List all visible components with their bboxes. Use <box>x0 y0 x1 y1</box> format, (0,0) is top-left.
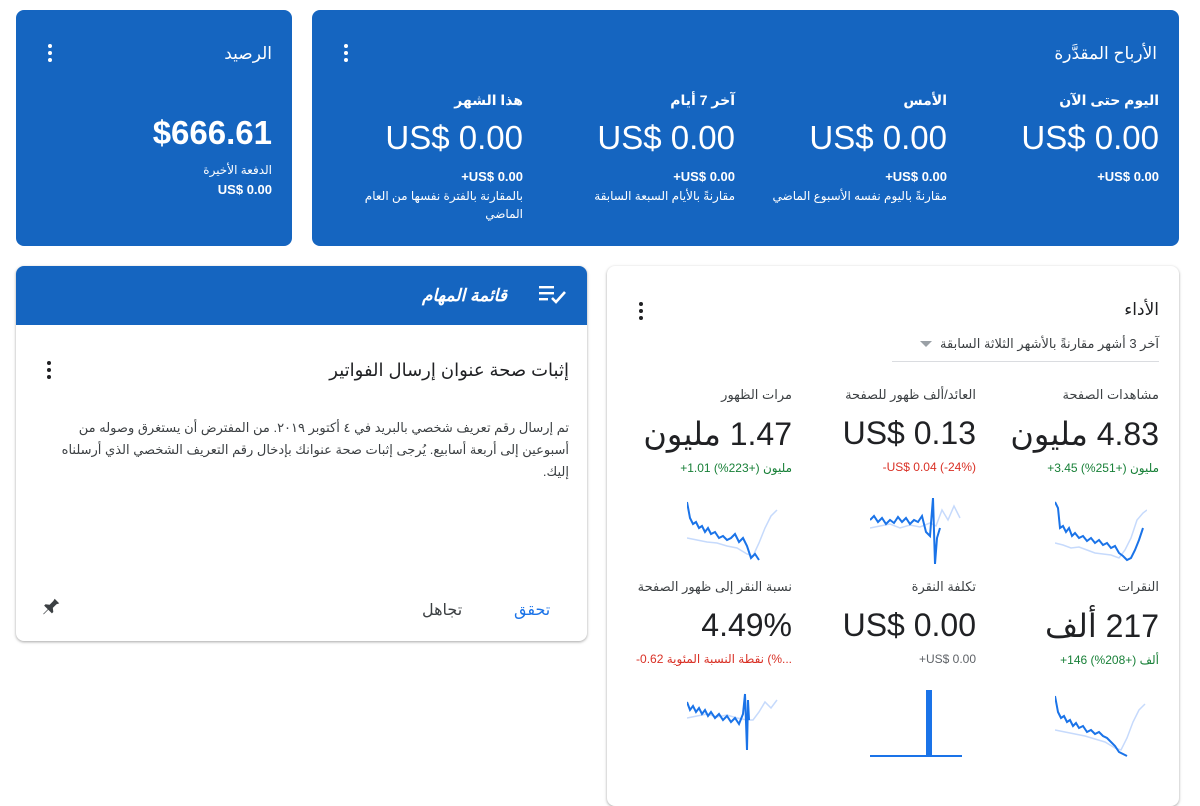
earnings-title: الأرباح المقدَّرة <box>1054 44 1157 63</box>
metric-clicks[interactable]: النقرات 217 ألف +146 ألف (+208%) <box>994 579 1159 667</box>
balance-menu-icon[interactable] <box>38 41 62 65</box>
metric-page-rpm[interactable]: العائد/ألف ظهور للصفحة US$ 0.13 -US$ 0.0… <box>811 387 976 474</box>
metric-label: العائد/ألف ظهور للصفحة <box>845 387 976 402</box>
pin-icon[interactable] <box>40 596 62 623</box>
sparkline-clicks <box>1055 695 1146 757</box>
performance-title: الأداء <box>1124 300 1159 319</box>
task-list-card: قائمة المهام إثبات صحة عنوان إرسال الفوا… <box>16 266 587 641</box>
task-title: إثبات صحة عنوان إرسال الفواتير <box>329 360 569 380</box>
period-divider <box>892 361 1159 362</box>
metric-change: +3.45 مليون (+251%) <box>1047 461 1159 475</box>
metric-label: النقرات <box>1117 579 1159 594</box>
task-list-title: قائمة المهام <box>422 286 507 305</box>
earnings-value: US$ 0.00 <box>385 119 523 156</box>
metric-label: مرات الظهور <box>721 387 792 402</box>
arrow-drop-down-icon <box>920 341 933 347</box>
task-body: تم إرسال رقم تعريف شخصي بالبريد في ٤ أكت… <box>61 420 569 479</box>
sparkline-page-views <box>1055 501 1147 562</box>
metric-page-views[interactable]: مشاهدات الصفحة 4.83 مليون +3.45 مليون (+… <box>994 387 1159 475</box>
sparkline-cpc <box>870 690 962 757</box>
earnings-card: الأرباح المقدَّرة اليوم حتى الآن US$ 0.0… <box>312 10 1179 246</box>
metric-value: 4.83 مليون <box>1010 416 1159 452</box>
verify-button[interactable]: تحقق <box>514 600 550 620</box>
metric-value: US$ 0.13 <box>842 415 976 451</box>
earnings-yesterday: الأمس US$ 0.00 +US$ 0.00 مقارنةً باليوم … <box>747 92 948 205</box>
metric-ctr[interactable]: نسبة النقر إلى ظهور الصفحة 4.49% -0.62 ن… <box>627 579 792 666</box>
metric-change: +1.01 مليون (+223%) <box>680 461 792 475</box>
metric-value: US$ 0.00 <box>842 607 976 643</box>
earnings-change: +US$ 0.00 <box>1097 169 1159 184</box>
earnings-change: +US$ 0.00 <box>461 169 523 184</box>
metric-value: 4.49% <box>701 607 792 643</box>
metric-label: مشاهدات الصفحة <box>1062 387 1159 402</box>
metric-change: +US$ 0.00 <box>918 652 976 666</box>
metric-value: 1.47 مليون <box>643 416 792 452</box>
metric-cpc[interactable]: تكلفة النقرة US$ 0.00 +US$ 0.00 <box>811 579 976 666</box>
earnings-value: US$ 0.00 <box>597 119 735 156</box>
sparkline-ctr <box>687 693 778 751</box>
last-payment-value: US$ 0.00 <box>217 182 272 197</box>
last-payment-label: الدفعة الأخيرة <box>203 163 272 177</box>
metric-change: -0.62 نقطة النسبة المئوية (%... <box>636 652 792 666</box>
earnings-today: اليوم حتى الآن US$ 0.00 +US$ 0.00 <box>959 92 1159 187</box>
earnings-compare: مقارنةً باليوم نفسه الأسبوع الماضي <box>772 189 948 203</box>
earnings-label: آخر 7 أيام <box>670 92 735 108</box>
period-text: آخر 3 أشهر مقارنةً بالأشهر الثلاثة الساب… <box>940 336 1159 351</box>
balance-card: الرصيد $666.61 الدفعة الأخيرة US$ 0.00 <box>16 10 292 246</box>
earnings-value: US$ 0.00 <box>809 119 947 156</box>
earnings-compare: مقارنةً بالأيام السبعة السابقة <box>594 189 735 203</box>
metric-label: نسبة النقر إلى ظهور الصفحة <box>637 579 792 594</box>
metric-change: +146 ألف (+208%) <box>1060 653 1159 667</box>
sparkline-impressions <box>687 501 778 561</box>
performance-menu-icon[interactable] <box>629 299 653 323</box>
metric-label: تكلفة النقرة <box>911 579 976 594</box>
earnings-label: هذا الشهر <box>454 92 523 108</box>
earnings-menu-icon[interactable] <box>334 41 358 65</box>
task-list-header: قائمة المهام <box>16 266 587 325</box>
earnings-label: الأمس <box>903 92 947 108</box>
earnings-this-month: هذا الشهر US$ 0.00 +US$ 0.00 بالمقارنة ب… <box>363 92 523 223</box>
task-menu-icon[interactable] <box>37 358 61 382</box>
sparkline-page-rpm <box>870 498 961 564</box>
ignore-button[interactable]: تجاهل <box>422 600 462 620</box>
performance-card: الأداء آخر 3 أشهر مقارنةً بالأشهر الثلاث… <box>607 266 1179 806</box>
metric-impressions[interactable]: مرات الظهور 1.47 مليون +1.01 مليون (+223… <box>627 387 792 475</box>
earnings-last-7-days: آخر 7 أيام US$ 0.00 +US$ 0.00 مقارنةً با… <box>535 92 735 205</box>
balance-title: الرصيد <box>224 44 272 63</box>
earnings-compare: بالمقارنة بالفترة نفسها من العام الماضي <box>364 189 523 221</box>
balance-amount: $666.61 <box>152 114 272 151</box>
earnings-change: +US$ 0.00 <box>885 169 947 184</box>
earnings-value: US$ 0.00 <box>1021 119 1159 156</box>
metric-value: 217 ألف <box>1044 608 1159 644</box>
playlist-check-icon <box>539 284 567 311</box>
earnings-change: +US$ 0.00 <box>673 169 735 184</box>
earnings-label: اليوم حتى الآن <box>1059 92 1159 108</box>
period-selector[interactable]: آخر 3 أشهر مقارنةً بالأشهر الثلاثة الساب… <box>920 336 1159 352</box>
metric-change: -US$ 0.04 (-24%) <box>882 460 976 474</box>
